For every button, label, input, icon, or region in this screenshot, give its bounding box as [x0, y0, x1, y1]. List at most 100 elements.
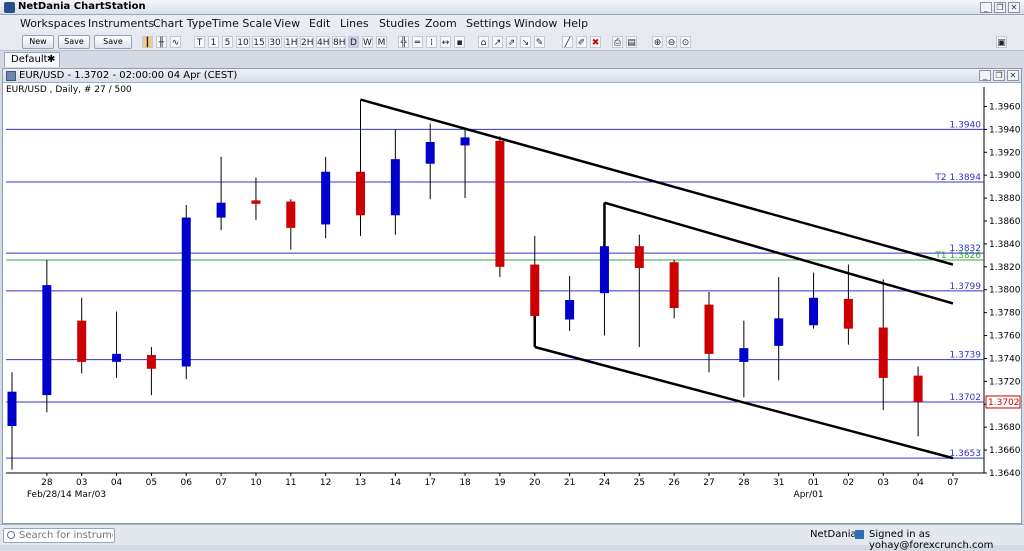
menu-zoom[interactable]: Zoom — [425, 17, 457, 30]
print-icon[interactable]: ⎙ — [612, 36, 623, 48]
date-tick-label: 11 — [285, 478, 296, 488]
menu-instruments[interactable]: Instruments — [88, 17, 154, 30]
save-button[interactable]: Save — [58, 35, 90, 49]
date-tick-label: 21 — [564, 478, 575, 488]
minimize-icon[interactable]: _ — [980, 2, 992, 13]
zoom-out-icon[interactable]: ⊖ — [666, 36, 677, 48]
chart-restore-icon[interactable]: ❐ — [993, 70, 1005, 81]
month-label: Apr/01 — [794, 490, 824, 500]
tf-monthly-button[interactable]: M — [376, 36, 387, 48]
level-label: 1.3799 — [950, 282, 982, 292]
candle-body — [669, 262, 679, 309]
tf-10-button[interactable]: 10 — [236, 36, 250, 48]
tf-5-button[interactable]: 5 — [222, 36, 233, 48]
candle-body — [530, 264, 540, 317]
line-chart-icon[interactable]: ∿ — [170, 36, 181, 48]
delete-drawing-icon[interactable]: ✖ — [590, 36, 601, 48]
chart-minimize-icon[interactable]: _ — [979, 70, 991, 81]
date-tick-label: 10 — [250, 478, 262, 488]
candle-body — [809, 297, 819, 326]
date-axis: 28 03 04 05 06 07 10 11 12 13 14 17 18 19 20 21 24 25 26 27… — [27, 473, 959, 500]
new-button[interactable]: New — [22, 35, 54, 49]
vline-icon[interactable]: ⁞ — [426, 36, 437, 48]
menu-time-scale[interactable]: Time Scale — [212, 17, 272, 30]
scroll-icon[interactable]: ↔ — [440, 36, 451, 48]
candle-body — [77, 320, 87, 362]
candle-body — [251, 200, 261, 204]
candle-body — [7, 391, 17, 427]
close-icon[interactable]: ✕ — [1008, 2, 1020, 13]
arrow-icon[interactable]: ↘ — [520, 36, 531, 48]
tab-close-icon[interactable]: ✱ — [47, 53, 55, 67]
export-icon[interactable]: ▤ — [626, 36, 637, 48]
candle-body — [356, 171, 365, 216]
save-as-button[interactable]: Save as... — [94, 35, 132, 58]
fibonacci-icon[interactable]: ⌂ — [478, 36, 489, 48]
tf-1h-button[interactable]: 1H — [284, 36, 298, 48]
price-tick-label: 1.3860 — [989, 217, 1021, 227]
menu-edit[interactable]: Edit — [309, 17, 330, 30]
tf-15-button[interactable]: 15 — [252, 36, 266, 48]
tf-2h-button[interactable]: 2H — [300, 36, 314, 48]
pen-icon[interactable]: ✐ — [576, 36, 587, 48]
date-tick-label: 20 — [529, 478, 541, 488]
price-tick-label: 1.3660 — [989, 446, 1021, 456]
tab-default[interactable]: Default ✱ — [4, 52, 60, 67]
price-tick-label: 1.3960 — [989, 102, 1021, 112]
bar-chart-icon[interactable]: ┃ — [142, 36, 153, 48]
trendlines — [360, 98, 954, 460]
candle-body — [112, 353, 122, 362]
tf-weekly-button[interactable]: W — [362, 36, 373, 48]
chart-window-icon — [6, 71, 16, 81]
candle-body — [216, 202, 226, 218]
menu-studies[interactable]: Studies — [379, 17, 420, 30]
menu-help[interactable]: Help — [563, 17, 588, 30]
tf-daily-button[interactable]: D — [348, 36, 359, 48]
price-tick-label: 1.3800 — [989, 286, 1021, 296]
level-label: T2 1.3894 — [934, 173, 981, 183]
date-tick-label: 03 — [76, 478, 87, 488]
candle-body — [42, 285, 52, 396]
hline-icon[interactable]: ═ — [412, 36, 423, 48]
date-tick-label: 19 — [494, 478, 506, 488]
date-tick-label: 27 — [703, 478, 714, 488]
candlestick-chart[interactable]: EUR/USD , Daily, # 27 / 500 1.3940 T2 1.3… — [2, 85, 1022, 523]
menu-window[interactable]: Window — [514, 17, 557, 30]
crosshair-icon[interactable]: ╬ — [398, 36, 409, 48]
tf-tick-button[interactable]: T — [194, 36, 205, 48]
price-tick-label: 1.3900 — [989, 171, 1021, 181]
menu-settings[interactable]: Settings — [466, 17, 511, 30]
instrument-search[interactable] — [3, 528, 115, 543]
candle-body — [634, 246, 644, 268]
month-label: Feb/28/14 Mar/03 — [27, 490, 106, 500]
date-tick-label: 07 — [215, 478, 226, 488]
connection-status-icon — [855, 530, 864, 539]
price-tick-label: 1.3920 — [989, 148, 1021, 158]
panel-toggle-icon[interactable]: ▣ — [996, 36, 1007, 48]
candle-chart-icon[interactable]: ╫ — [156, 36, 167, 48]
tf-8h-button[interactable]: 8H — [332, 36, 346, 48]
marker-icon[interactable]: ▪ — [454, 36, 465, 48]
date-tick-label: 31 — [773, 478, 784, 488]
tf-1-button[interactable]: 1 — [208, 36, 219, 48]
channel-icon[interactable]: ⇗ — [506, 36, 517, 48]
menu-workspaces[interactable]: Workspaces — [20, 17, 86, 30]
tf-30-button[interactable]: 30 — [268, 36, 282, 48]
trendline-icon[interactable]: ↗ — [492, 36, 503, 48]
date-tick-label: 13 — [355, 478, 366, 488]
brand-label: NetDania — [810, 529, 857, 540]
zoom-in-icon[interactable]: ⊕ — [652, 36, 663, 48]
text-tool-icon[interactable]: ✎ — [534, 36, 545, 48]
date-tick-label: 12 — [320, 478, 331, 488]
zoom-fit-icon[interactable]: ⊙ — [680, 36, 691, 48]
search-input[interactable] — [19, 529, 113, 542]
tf-4h-button[interactable]: 4H — [316, 36, 330, 48]
menu-view[interactable]: View — [274, 17, 300, 30]
level-label: T1 1.3826 — [934, 251, 981, 261]
date-tick-label: 18 — [459, 478, 471, 488]
menu-chart-type[interactable]: Chart Type — [153, 17, 212, 30]
menu-lines[interactable]: Lines — [340, 17, 369, 30]
chart-close-icon[interactable]: ✕ — [1007, 70, 1019, 81]
restore-icon[interactable]: ❐ — [994, 2, 1006, 13]
draw-line-icon[interactable]: ╱ — [562, 36, 573, 48]
